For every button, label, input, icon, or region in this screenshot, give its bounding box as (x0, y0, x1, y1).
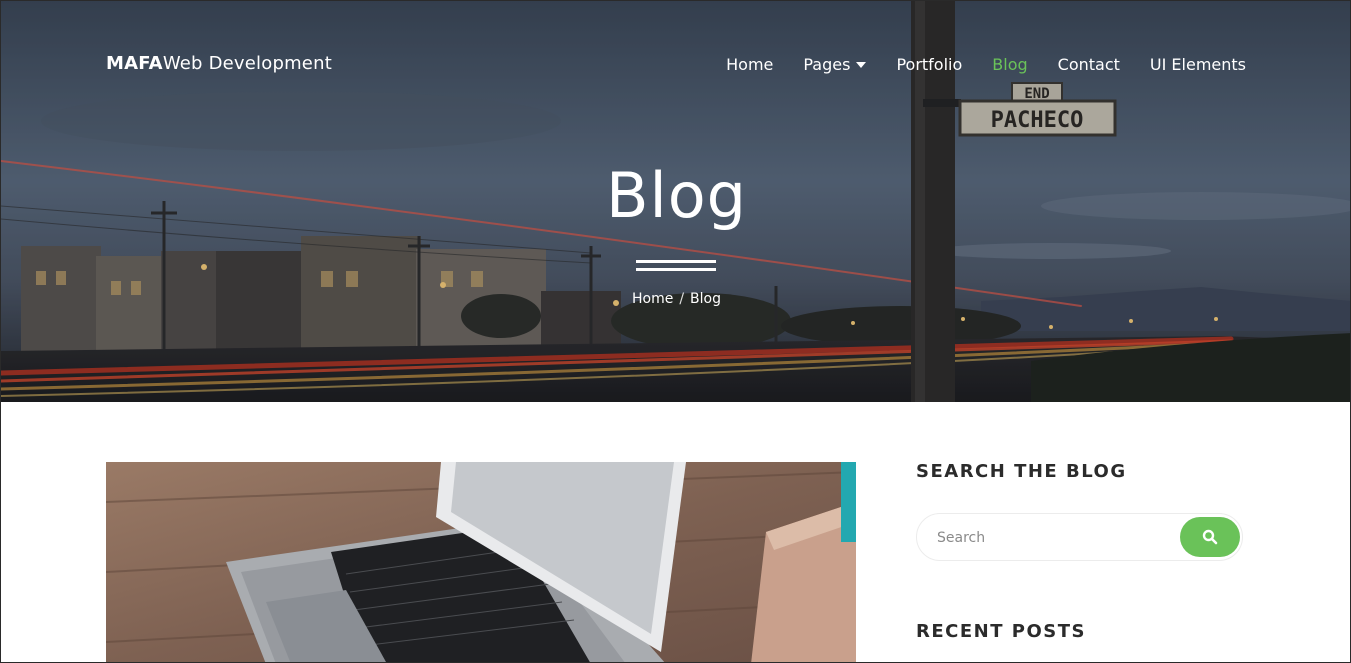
nav-pages[interactable]: Pages (803, 55, 867, 74)
search-icon (1202, 529, 1218, 545)
search-widget-title: SEARCH THE BLOG (916, 461, 1127, 482)
breadcrumb-separator: / (679, 291, 685, 307)
nav-pages-label: Pages (803, 55, 851, 74)
search-button[interactable] (1180, 517, 1240, 557)
nav-ui-elements[interactable]: UI Elements (1150, 55, 1246, 74)
nav-contact[interactable]: Contact (1058, 55, 1120, 74)
post-featured-image[interactable] (106, 462, 856, 662)
breadcrumb-home[interactable]: Home (632, 291, 673, 307)
site-logo[interactable]: MAFAWeb Development (106, 53, 332, 74)
search-form (916, 513, 1243, 561)
breadcrumb-current: Blog (690, 291, 721, 307)
brand-bold: MAFA (106, 53, 163, 74)
page: END PACHECO MAFAWeb Development Home Pag… (0, 0, 1351, 663)
title-divider (636, 260, 716, 273)
main-nav: Home Pages Portfolio Blog Contact UI Ele… (726, 55, 1246, 74)
recent-posts-title: RECENT POSTS (916, 621, 1086, 642)
nav-portfolio[interactable]: Portfolio (896, 55, 962, 74)
laptop-photo (106, 462, 856, 662)
hero-banner: END PACHECO MAFAWeb Development Home Pag… (1, 1, 1350, 402)
search-input[interactable] (937, 528, 1177, 548)
page-title: Blog (605, 159, 748, 232)
brand-light: Web Development (162, 53, 332, 74)
nav-blog[interactable]: Blog (992, 55, 1027, 74)
caret-down-icon (856, 61, 867, 68)
breadcrumb: Home / Blog (1, 291, 1350, 307)
nav-home[interactable]: Home (726, 55, 773, 74)
